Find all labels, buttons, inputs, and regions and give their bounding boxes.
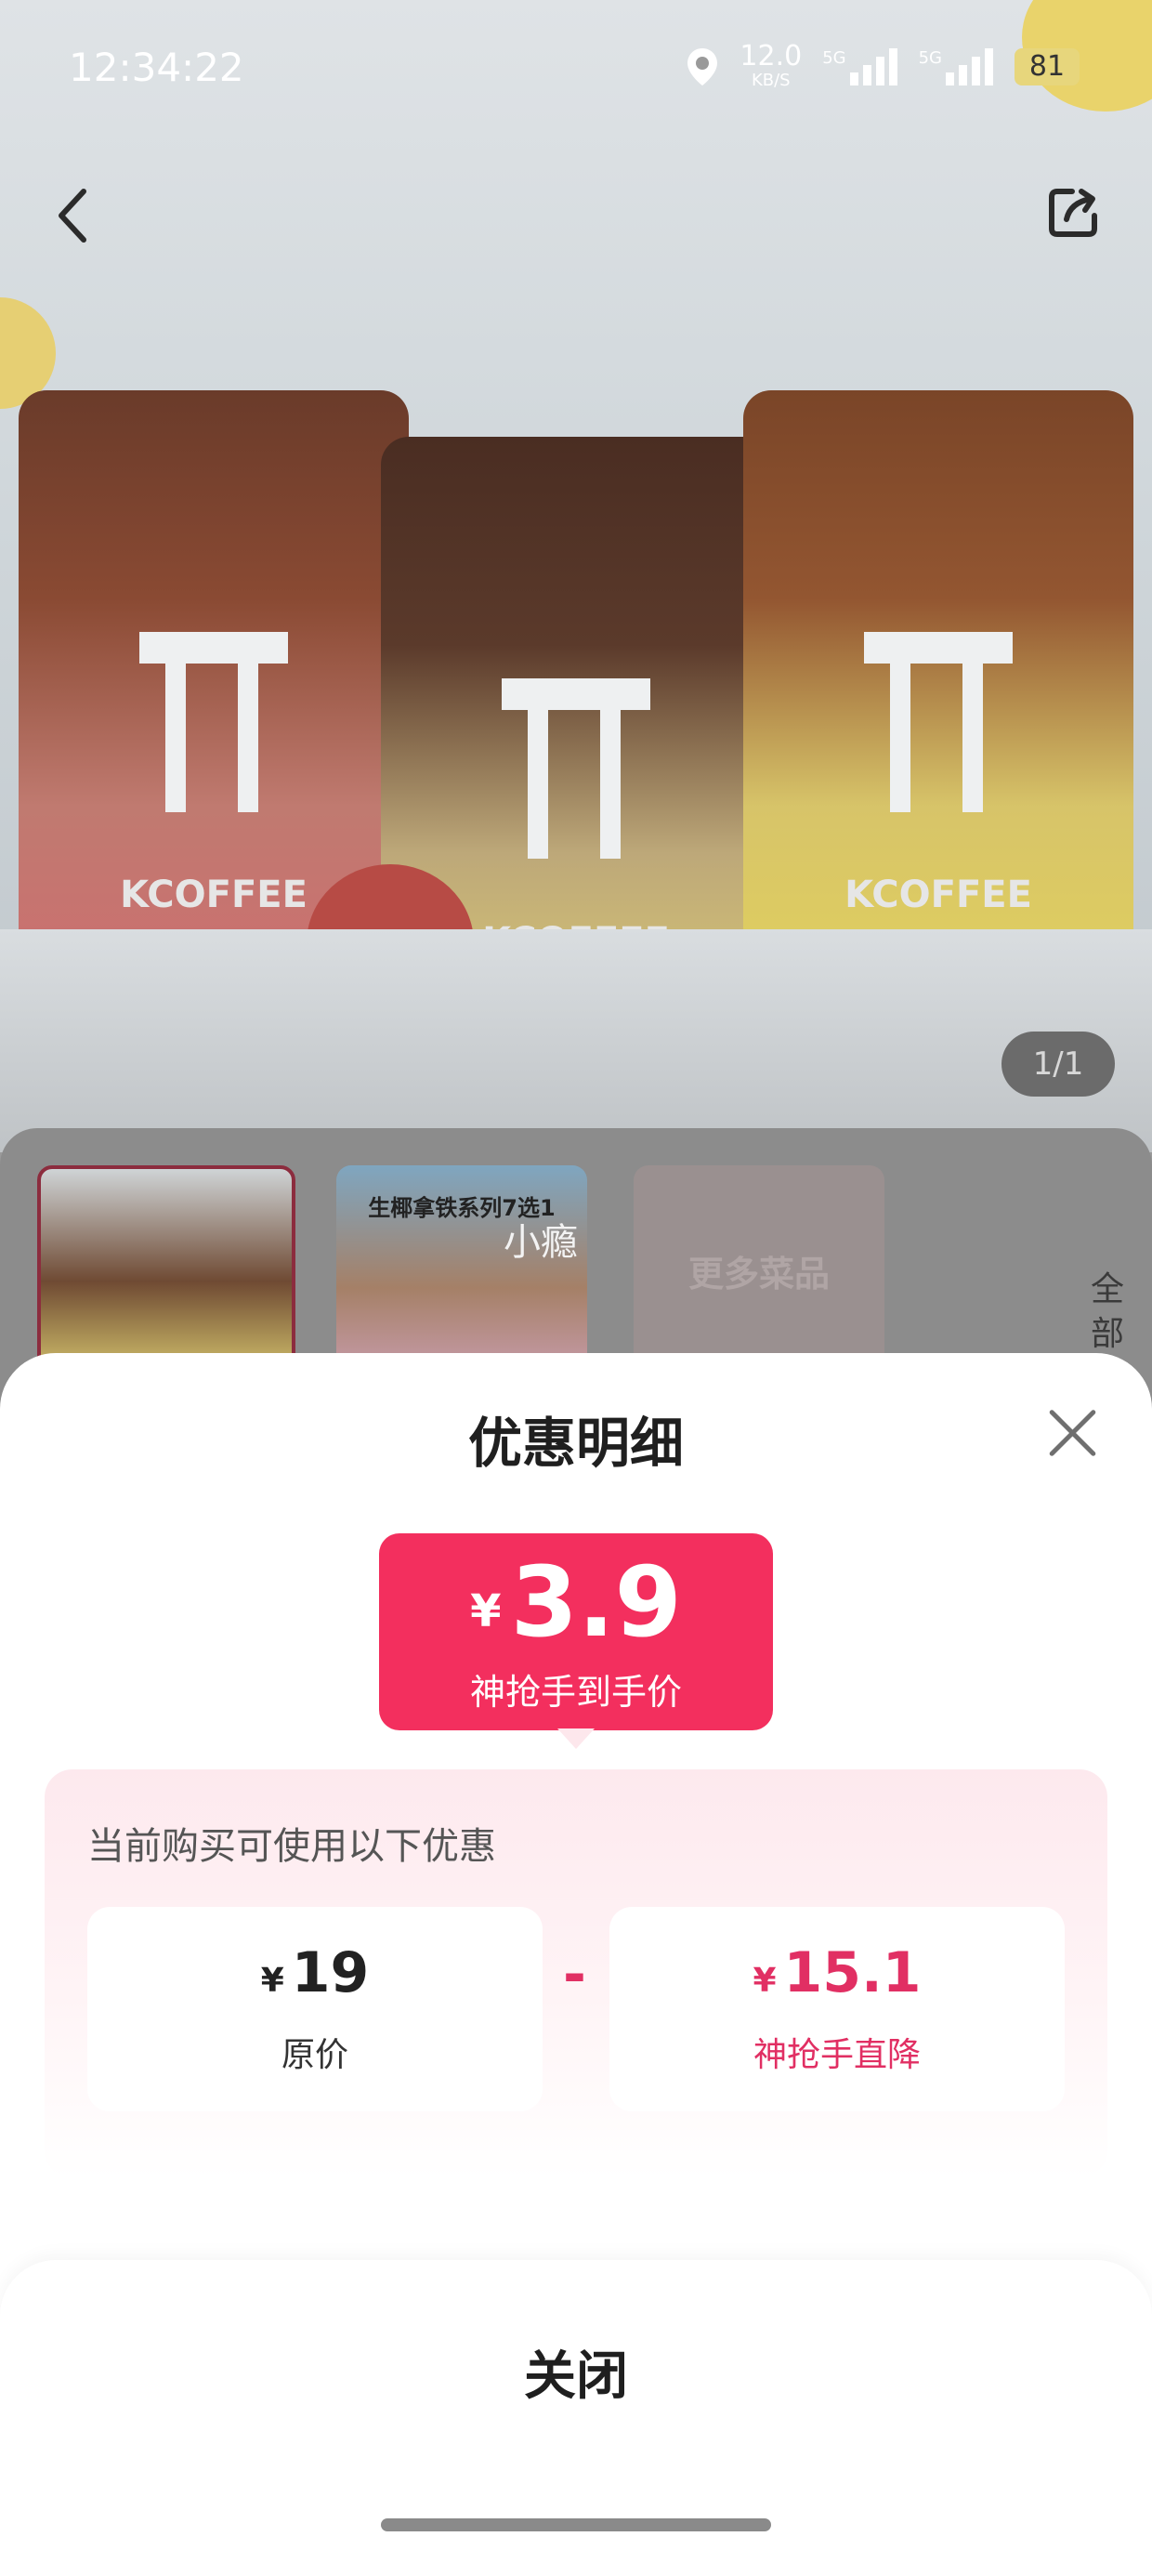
coffee-cup: KCOFFEE — [743, 390, 1133, 985]
location-icon — [687, 48, 718, 85]
sheet-title: 优惠明细 — [467, 1412, 684, 1475]
home-indicator[interactable] — [381, 2518, 771, 2531]
close-icon[interactable] — [1044, 1405, 1100, 1461]
product-hero-image[interactable]: KCOFFEE KCOFFEE KCOFFEE 1/1 12:34:22 12.… — [0, 0, 1152, 1152]
currency-symbol: ¥ — [470, 1585, 502, 1637]
final-price-badge: ¥3.9 神抢手到手价 — [379, 1533, 773, 1749]
signal-icon: 5G — [919, 48, 994, 85]
thumbnail-item[interactable] — [37, 1165, 295, 1377]
ice-decoration — [0, 929, 1152, 1152]
discount-panel: 当前购买可使用以下优惠 ¥19 原价 - ¥15.1 神抢手直降 — [45, 1769, 1107, 2178]
minus-operator: - — [563, 1942, 586, 2007]
signal-icon: 5G — [822, 48, 897, 85]
image-counter: 1/1 — [1001, 1032, 1115, 1097]
discount-detail-sheet: 优惠明细 ¥3.9 神抢手到手价 当前购买可使用以下优惠 ¥19 原价 - ¥1… — [0, 1353, 1152, 2576]
final-price: ¥3.9 — [379, 1546, 773, 1676]
original-price-amount: 19 — [291, 1940, 370, 2005]
signal-bars-icon — [946, 48, 993, 85]
network-speed: 12.0 KB/S — [740, 43, 802, 91]
discount-lead-text: 当前购买可使用以下优惠 — [87, 1825, 496, 1868]
original-price-card: ¥19 原价 — [87, 1907, 543, 2111]
bow-graphic — [864, 632, 1013, 818]
overlay-label: 小瘾 — [504, 1221, 578, 1264]
currency-symbol: ¥ — [260, 1962, 284, 2000]
cup-brand: KCOFFEE — [844, 874, 1032, 916]
signal-bars-icon — [849, 48, 897, 85]
currency-symbol: ¥ — [753, 1962, 777, 2000]
status-bar: 12:34:22 12.0 KB/S 5G 5G 81 — [0, 0, 1152, 139]
sheet-footer: 关闭 — [0, 2260, 1152, 2576]
badge-pointer — [557, 1728, 595, 1749]
original-price-label: 原价 — [281, 2036, 348, 2074]
price-cut-card: ¥15.1 神抢手直降 — [609, 1907, 1065, 2111]
share-icon[interactable] — [1046, 184, 1102, 240]
thumbnail-caption: 更多菜品 — [687, 1254, 830, 1295]
thumbnail-item[interactable]: 生椰拿铁系列7选1 — [336, 1165, 587, 1370]
signal-label: 5G — [822, 48, 846, 68]
original-price: ¥19 — [87, 1940, 543, 2005]
status-icons: 12.0 KB/S 5G 5G 81 — [686, 43, 1080, 91]
final-price-amount: 3.9 — [510, 1545, 682, 1659]
status-time: 12:34:22 — [69, 45, 244, 90]
back-arrow-icon[interactable] — [54, 186, 91, 245]
battery-icon: 81 — [1015, 48, 1080, 85]
bow-graphic — [502, 678, 650, 864]
network-speed-unit: KB/S — [751, 71, 791, 90]
final-price-label: 神抢手到手价 — [469, 1672, 682, 1713]
price-cut-label: 神抢手直降 — [753, 2036, 921, 2074]
price-cut-amount: 15.1 — [783, 1940, 922, 2005]
price-cut: ¥15.1 — [609, 1940, 1065, 2005]
bow-graphic — [139, 632, 288, 818]
more-dishes-thumbnail[interactable]: 更多菜品 — [634, 1165, 884, 1370]
view-all-link[interactable]: 全部 — [1091, 1268, 1128, 1357]
signal-label: 5G — [918, 48, 942, 68]
close-button[interactable]: 关闭 — [0, 2334, 1152, 2410]
network-speed-value: 12.0 — [740, 40, 803, 72]
